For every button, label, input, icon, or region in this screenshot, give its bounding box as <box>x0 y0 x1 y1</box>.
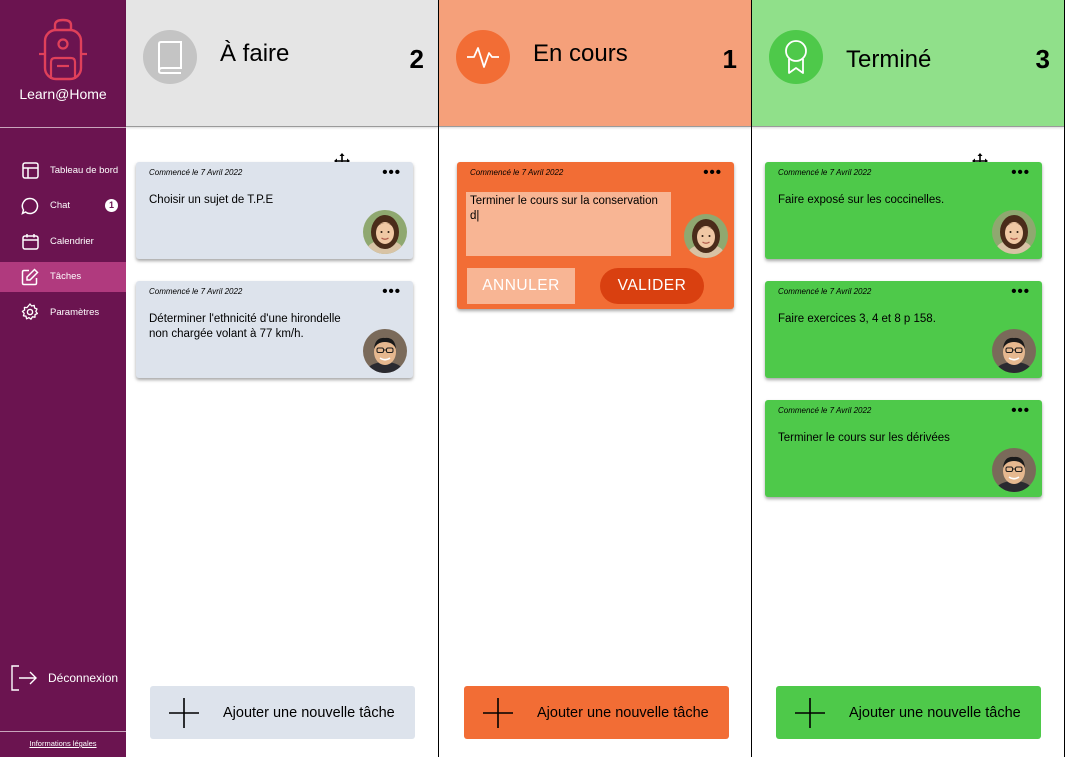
sidebar-item-dashboard[interactable]: Tableau de bord <box>0 155 126 185</box>
plus-icon <box>794 697 826 729</box>
task-card[interactable]: Commencé le 7 Avril 2022 ••• Terminer le… <box>765 400 1042 497</box>
add-task-button[interactable]: Ajouter une nouvelle tâche <box>776 686 1041 739</box>
column-count: 2 <box>409 44 424 74</box>
task-card[interactable]: Commencé le 7 Avril 2022 ••• Faire expos… <box>765 162 1042 259</box>
card-date: Commencé le 7 Avril 2022 <box>778 406 872 415</box>
card-text: Déterminer l'ethnicité d'une hirondelle … <box>149 313 341 340</box>
card-date: Commencé le 7 Avril 2022 <box>149 287 243 296</box>
task-text-input[interactable]: Terminer le cours sur la conservation d| <box>466 192 671 256</box>
column-todo: À faire 2 Commencé le 7 Avril 2022 ••• C… <box>126 0 439 757</box>
more-options-button[interactable]: ••• <box>1011 402 1030 419</box>
card-date: Commencé le 7 Avril 2022 <box>470 168 564 177</box>
sidebar-item-label: Chat <box>50 200 71 211</box>
column-done: Terminé 3 Commencé le 7 Avril 2022 ••• F… <box>752 0 1065 757</box>
sidebar-divider <box>0 127 126 128</box>
app-logo[interactable]: Learn@Home <box>0 18 126 102</box>
logout-button[interactable]: Déconnexion <box>10 664 118 692</box>
dashboard-icon <box>20 160 40 180</box>
card-text: Faire exercices 3, 4 et 8 p 158. <box>778 313 936 325</box>
avatar <box>363 329 407 373</box>
avatar <box>992 448 1036 492</box>
sidebar-item-label: Tableau de bord <box>50 164 119 176</box>
more-options-button[interactable]: ••• <box>382 283 401 300</box>
gear-icon <box>20 302 40 322</box>
sidebar-divider <box>0 731 126 732</box>
backpack-icon <box>39 18 87 81</box>
column-count: 3 <box>1035 44 1050 74</box>
column-title: À faire <box>220 40 290 67</box>
add-task-label: Ajouter une nouvelle tâche <box>537 704 709 721</box>
unread-badge: 1 <box>105 198 118 212</box>
sidebar-item-label: Tâches <box>50 271 82 282</box>
sidebar-item-tasks[interactable]: Tâches <box>0 261 126 292</box>
avatar <box>363 210 407 254</box>
book-icon <box>143 30 197 84</box>
task-card[interactable]: Commencé le 7 Avril 2022 ••• Faire exerc… <box>765 281 1042 378</box>
more-options-button[interactable]: ••• <box>703 164 722 181</box>
avatar <box>684 214 728 258</box>
sidebar-nav: Tableau de bord Chat 1 Calendrier Tâches <box>0 155 126 333</box>
task-card-editing[interactable]: Commencé le 7 Avril 2022 ••• Terminer le… <box>457 162 734 309</box>
more-options-button[interactable]: ••• <box>1011 283 1030 300</box>
legal-link[interactable]: Informations légales <box>0 739 126 748</box>
column-count: 1 <box>722 44 737 74</box>
sidebar: Learn@Home Tableau de bord Chat 1 Calend… <box>0 0 126 757</box>
cancel-button[interactable]: ANNULER <box>467 268 575 304</box>
column-in-progress: En cours 1 Commencé le 7 Avril 2022 ••• … <box>439 0 752 757</box>
column-header: En cours 1 <box>439 0 751 127</box>
logout-label: Déconnexion <box>48 671 119 685</box>
calendar-icon <box>20 231 40 251</box>
sidebar-item-calendar[interactable]: Calendrier <box>0 226 126 256</box>
card-date: Commencé le 7 Avril 2022 <box>149 168 243 177</box>
award-icon <box>769 30 823 84</box>
edit-icon <box>20 267 40 287</box>
logout-icon <box>11 665 37 691</box>
sidebar-item-label: Calendrier <box>50 235 94 247</box>
card-date: Commencé le 7 Avril 2022 <box>778 287 872 296</box>
validate-button[interactable]: VALIDER <box>600 268 704 304</box>
sidebar-item-settings[interactable]: Paramètres <box>0 297 126 327</box>
column-header: À faire 2 <box>126 0 438 127</box>
app-name: Learn@Home <box>19 86 107 102</box>
add-task-label: Ajouter une nouvelle tâche <box>849 704 1021 721</box>
avatar <box>992 329 1036 373</box>
sidebar-item-chat[interactable]: Chat 1 <box>0 191 126 221</box>
card-text: Terminer le cours sur les dérivées <box>778 432 950 444</box>
task-card[interactable]: Commencé le 7 Avril 2022 ••• Déterminer … <box>136 281 413 378</box>
task-card[interactable]: Commencé le 7 Avril 2022 ••• Choisir un … <box>136 162 413 259</box>
sidebar-item-label: Paramètres <box>50 306 100 318</box>
column-title: En cours <box>533 40 628 67</box>
card-text: Faire exposé sur les coccinelles. <box>778 194 945 206</box>
add-task-button[interactable]: Ajouter une nouvelle tâche <box>150 686 415 739</box>
more-options-button[interactable]: ••• <box>1011 164 1030 181</box>
more-options-button[interactable]: ••• <box>382 164 401 181</box>
column-title: Terminé <box>846 46 932 73</box>
column-header: Terminé 3 <box>752 0 1064 127</box>
add-task-button[interactable]: Ajouter une nouvelle tâche <box>464 686 729 739</box>
pulse-icon <box>456 30 510 84</box>
card-date: Commencé le 7 Avril 2022 <box>778 168 872 177</box>
plus-icon <box>168 697 200 729</box>
plus-icon <box>482 697 514 729</box>
avatar <box>992 210 1036 254</box>
add-task-label: Ajouter une nouvelle tâche <box>223 704 395 721</box>
chat-icon <box>20 196 40 216</box>
card-text: Choisir un sujet de T.P.E <box>149 194 274 206</box>
